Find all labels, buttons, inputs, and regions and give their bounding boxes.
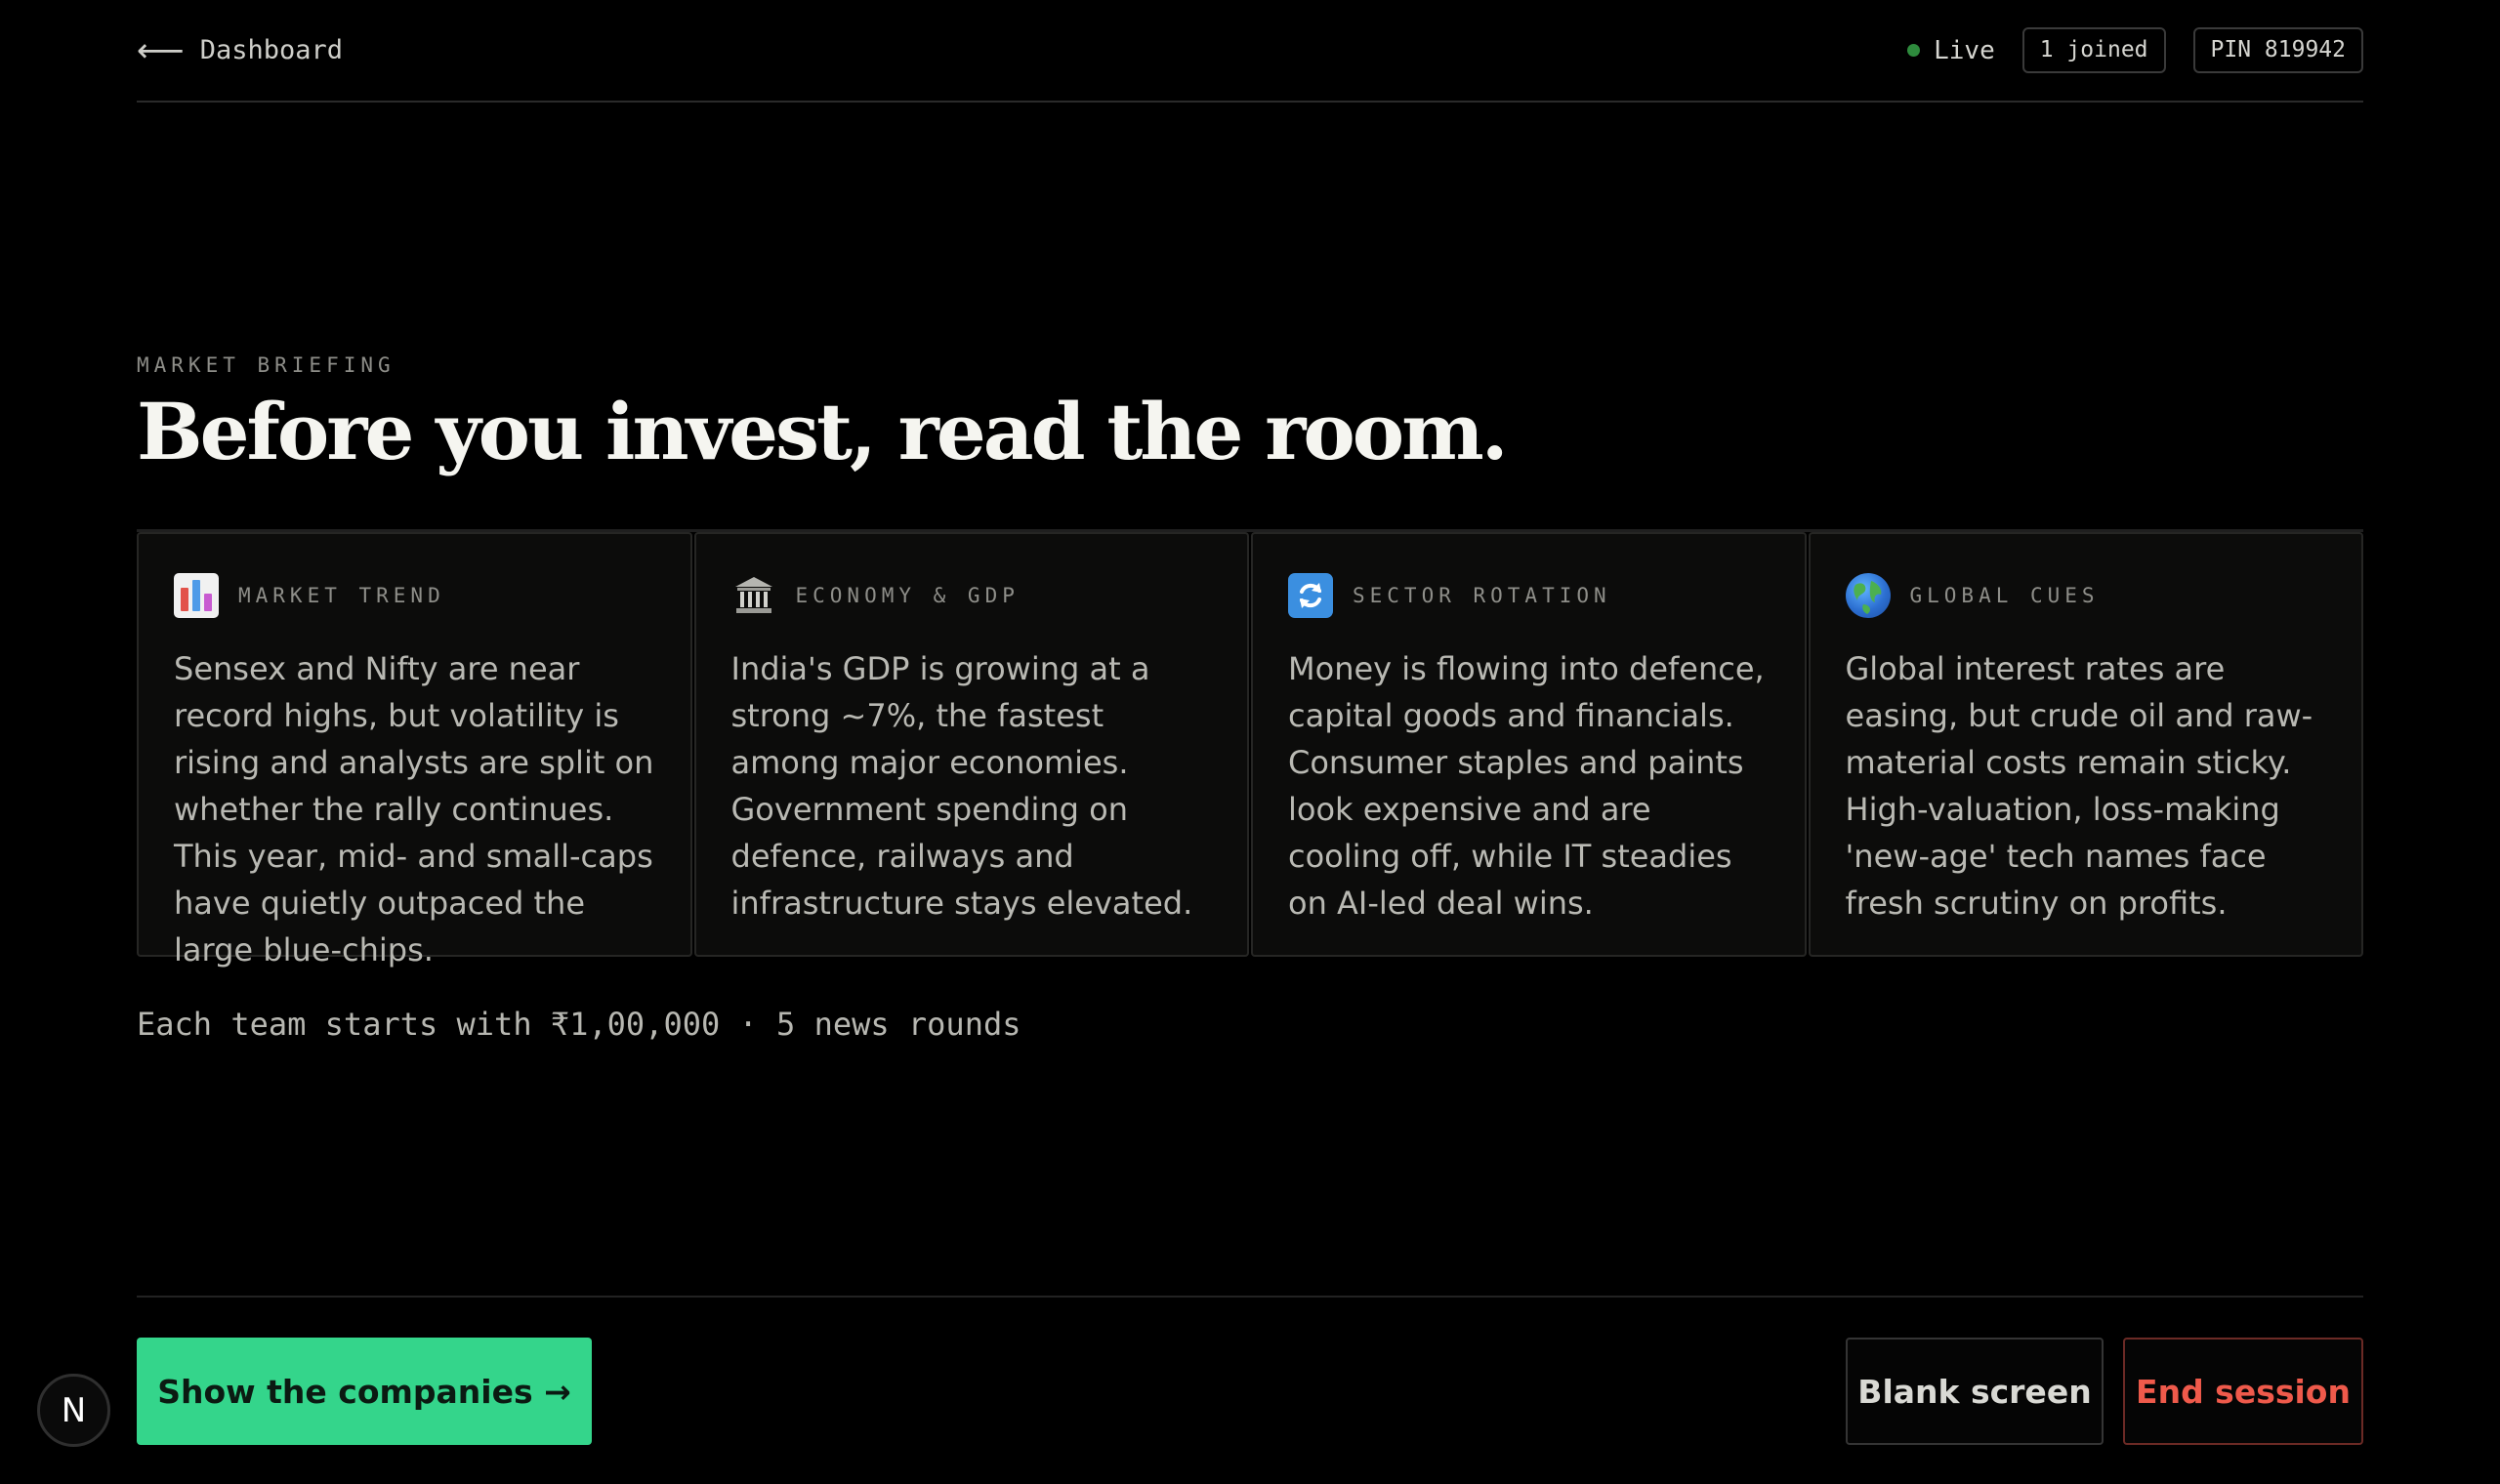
rotate-icon (1288, 573, 1333, 618)
card-header: MARKET TREND (174, 573, 657, 618)
section-eyebrow: MARKET BRIEFING (137, 353, 396, 377)
card-body: Money is flowing into defence, capital g… (1288, 650, 1765, 922)
page-title: Before you invest, read the room. (137, 386, 1509, 477)
next-dev-badge[interactable]: N (37, 1374, 110, 1447)
card-title: GLOBAL CUES (1909, 584, 2100, 607)
show-companies-button[interactable]: Show the companies → (137, 1338, 592, 1445)
briefing-cards: MARKET TREND Sensex and Nifty are near r… (137, 529, 2363, 969)
card-global-cues: GLOBAL CUES Global interest rates are ea… (1808, 532, 2363, 957)
budget-summary: Each team starts with ₹1,00,000 · 5 news… (137, 1006, 1021, 1043)
bank-icon (731, 573, 776, 618)
live-indicator: Live (1907, 36, 1995, 65)
session-status-group: Live 1 joined PIN 819942 (1907, 27, 2363, 73)
back-link-label: Dashboard (199, 35, 344, 65)
live-label: Live (1934, 35, 1995, 65)
joined-count-badge: 1 joined (2021, 27, 2166, 73)
card-title: MARKET TREND (238, 584, 445, 607)
card-header: ECONOMY & GDP (731, 573, 1215, 618)
back-to-dashboard-link[interactable]: ⟵ Dashboard (137, 34, 343, 67)
session-pin-badge: PIN 819942 (2192, 27, 2363, 73)
card-economy-gdp: ECONOMY & GDP India's GDP is growing at … (693, 532, 1249, 957)
card-body: India's GDP is growing at a strong ~7%, … (730, 650, 1193, 922)
card-market-trend: MARKET TREND Sensex and Nifty are near r… (137, 532, 692, 969)
card-header: SECTOR ROTATION (1288, 573, 1771, 618)
card-header: GLOBAL CUES (1845, 573, 2329, 618)
card-sector-rotation: SECTOR ROTATION Money is flowing into de… (1251, 532, 1807, 957)
card-body: Global interest rates are easing, but cr… (1845, 650, 2313, 922)
arrow-left-icon: ⟵ (137, 30, 185, 70)
card-title: ECONOMY & GDP (795, 584, 1020, 607)
end-session-button[interactable]: End session (2123, 1338, 2363, 1445)
card-body: Sensex and Nifty are near record highs, … (174, 650, 654, 969)
top-bar: ⟵ Dashboard Live 1 joined PIN 819942 (137, 0, 2363, 103)
live-dot-icon (1907, 44, 1921, 57)
footer-divider (137, 1296, 2363, 1298)
globe-icon (1845, 573, 1891, 618)
bar-chart-icon (174, 573, 219, 618)
blank-screen-button[interactable]: Blank screen (1846, 1338, 2104, 1445)
card-title: SECTOR ROTATION (1353, 584, 1611, 607)
